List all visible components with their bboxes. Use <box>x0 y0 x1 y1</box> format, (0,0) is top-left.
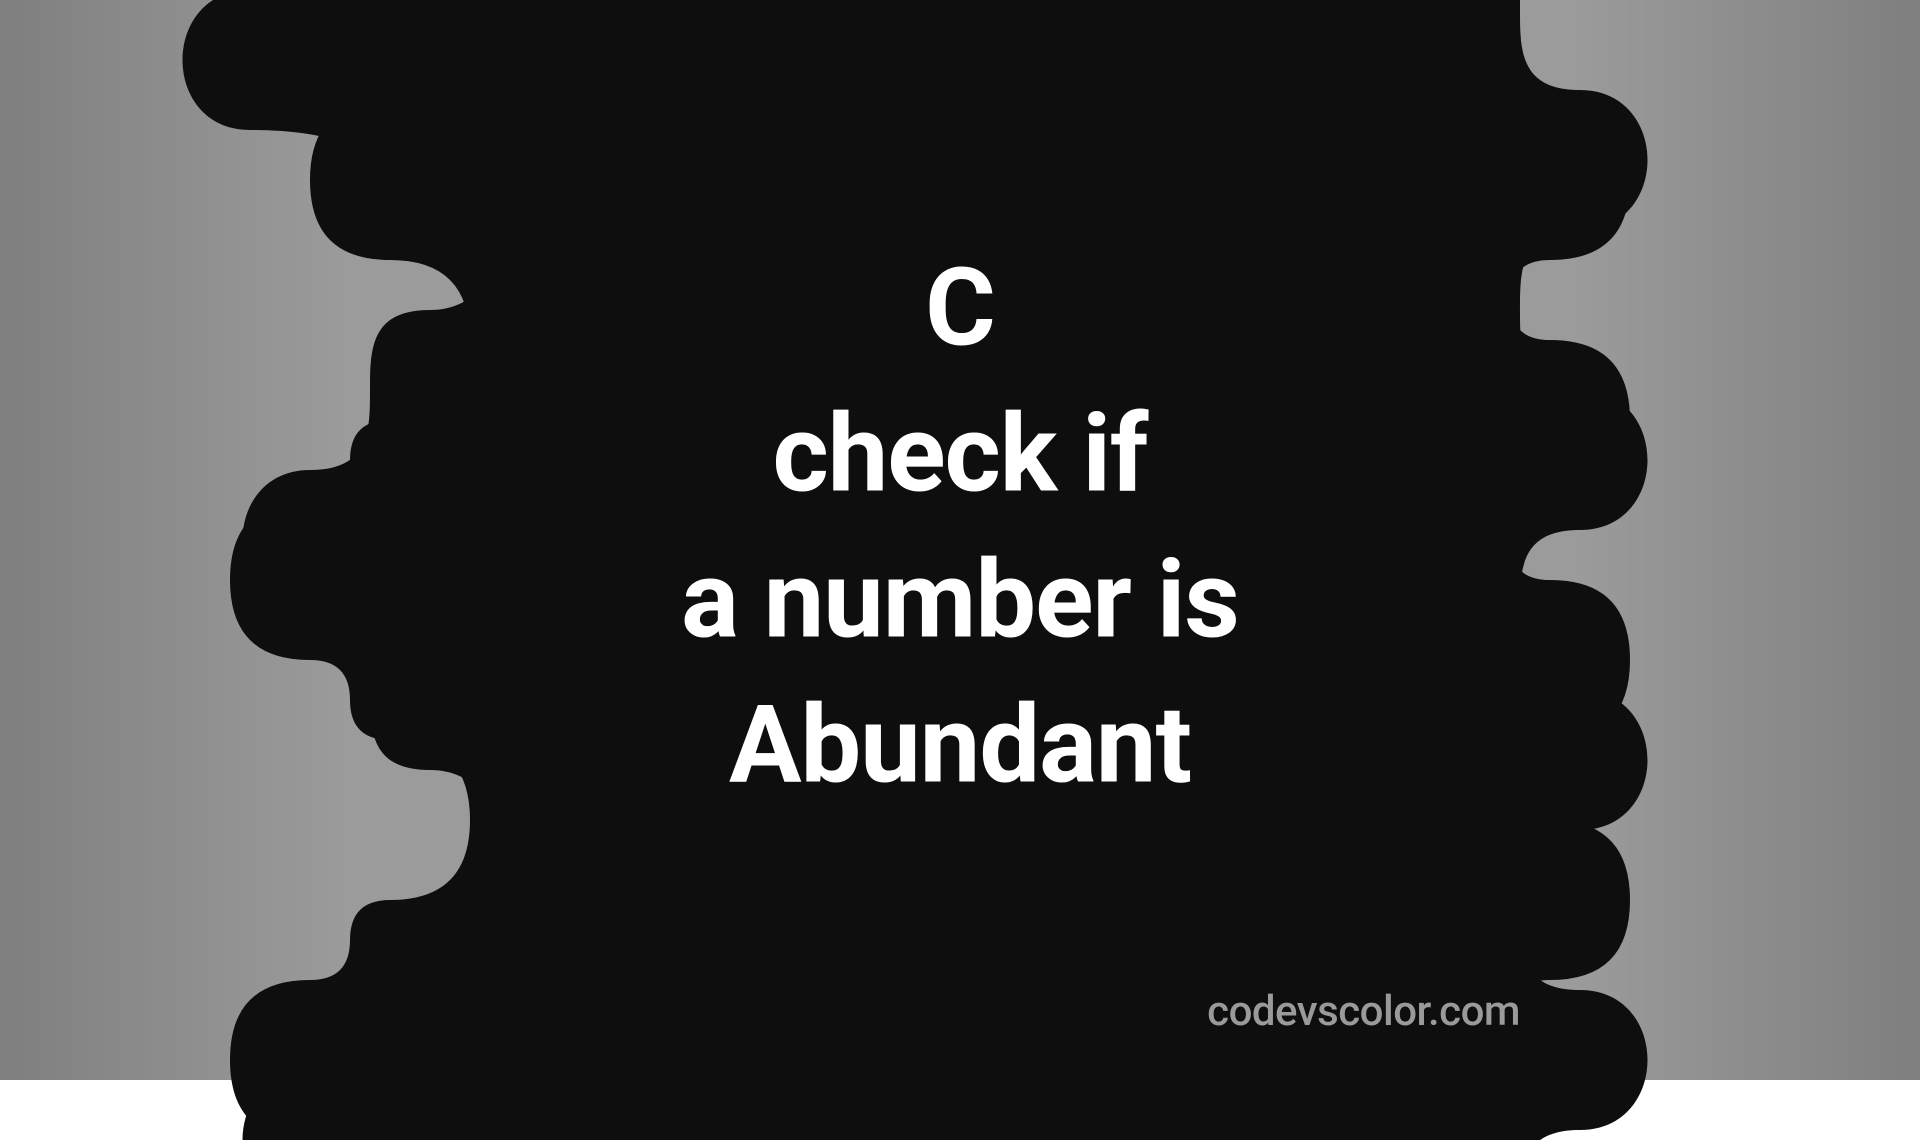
title-line-2: check if <box>0 383 1920 529</box>
title-line-1: C <box>0 237 1920 383</box>
watermark-text: codevscolor.com <box>1207 987 1520 1036</box>
title-line-4: Abundant <box>0 674 1920 820</box>
title-line-3: a number is <box>0 528 1920 674</box>
title-block: C check if a number is Abundant <box>0 237 1920 820</box>
